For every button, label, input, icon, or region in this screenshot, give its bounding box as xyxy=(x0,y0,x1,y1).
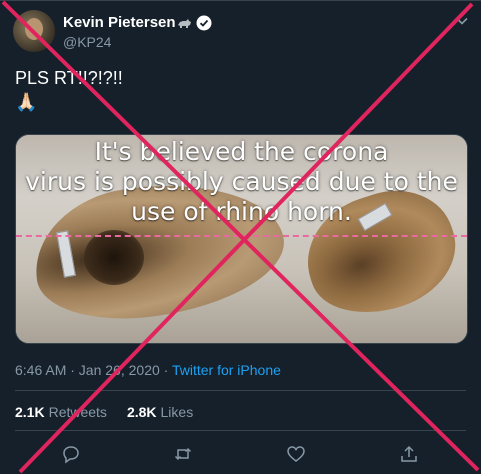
retweet-icon[interactable] xyxy=(173,444,193,464)
rhino-icon xyxy=(177,18,191,28)
dashed-line xyxy=(16,235,467,237)
like-icon[interactable] xyxy=(286,444,306,464)
divider xyxy=(15,430,466,431)
author-name-row[interactable]: Kevin Pietersen xyxy=(63,14,212,31)
likes-count: 2.8K xyxy=(126,404,157,420)
author-name[interactable]: Kevin Pietersen xyxy=(63,14,176,31)
tweet-meta: 6:46 AM · Jan 26, 2020 · Twitter for iPh… xyxy=(15,362,281,378)
tweet-source[interactable]: Twitter for iPhone xyxy=(172,362,281,378)
top-border xyxy=(0,0,481,1)
timestamp[interactable]: 6:46 AM · Jan 26, 2020 · xyxy=(15,362,172,378)
tweet-media-image[interactable]: It's believed the corona virus is possib… xyxy=(15,134,468,344)
reply-icon[interactable] xyxy=(61,444,81,464)
tweet-stats: 2.1K Retweets 2.8K Likes xyxy=(15,404,213,420)
caption-line-1: It's believed the corona xyxy=(94,137,389,166)
tweet-text-line: PLS RT!!?!?!! xyxy=(15,68,123,88)
retweets-label: Retweets xyxy=(48,404,107,420)
verified-icon xyxy=(196,15,212,30)
image-caption: It's believed the corona virus is possib… xyxy=(16,137,467,227)
caption-line-3: use of rhino horn. xyxy=(131,197,352,226)
tweet-text: PLS RT!!?!?!! 🙏🏻 xyxy=(15,66,123,114)
retweets-stat[interactable]: 2.1K Retweets xyxy=(15,404,107,420)
retweets-count: 2.1K xyxy=(15,404,45,420)
likes-label: Likes xyxy=(160,404,194,420)
caption-line-2: virus is possibly caused due to the xyxy=(25,167,458,196)
pray-emoji: 🙏🏻 xyxy=(15,92,38,112)
divider xyxy=(15,390,466,391)
likes-stat[interactable]: 2.8K Likes xyxy=(127,404,193,420)
chevron-down-icon[interactable] xyxy=(455,14,469,28)
share-icon[interactable] xyxy=(399,444,419,464)
avatar[interactable] xyxy=(13,10,55,52)
author-handle[interactable]: @KP24 xyxy=(63,34,111,50)
